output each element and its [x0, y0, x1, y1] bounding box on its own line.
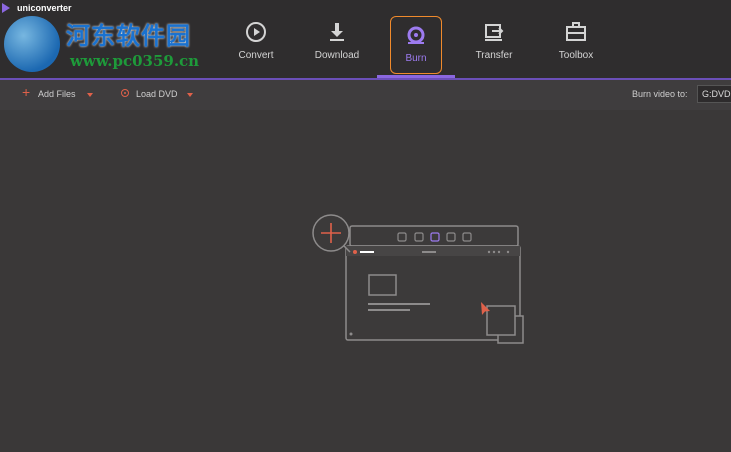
load-dvd-dropdown-icon[interactable] [187, 93, 193, 97]
tab-burn[interactable]: Burn [390, 16, 442, 74]
toolbox-icon [566, 22, 586, 41]
burn-icon [407, 26, 425, 44]
empty-state-illustration[interactable] [310, 212, 530, 352]
tab-convert[interactable]: Convert [220, 14, 292, 74]
illustration-file-front [486, 305, 516, 336]
illustration-red-dot [353, 250, 357, 254]
illustration-progress-line [422, 251, 436, 253]
load-dvd-button[interactable]: Load DVD [121, 89, 178, 99]
add-files-label: Add Files [38, 89, 76, 99]
tab-transfer-label: Transfer [475, 50, 513, 61]
illustration-dot [487, 250, 491, 254]
tab-download-label: Download [314, 50, 360, 61]
watermark-logo-icon [4, 16, 60, 72]
add-files-dropdown-icon[interactable] [87, 93, 93, 97]
tab-burn-label: Burn [405, 53, 427, 64]
convert-icon [246, 22, 266, 42]
watermark-url: www.pc0359.cn [70, 52, 200, 70]
tab-toolbox[interactable]: Toolbox [540, 14, 612, 74]
tab-toolbox-label: Toolbox [558, 50, 594, 61]
transfer-icon [485, 24, 504, 41]
watermark: 河东软件园 www.pc0359.cn [4, 14, 214, 74]
title-bar: uniconverter 河东软件园 www.pc0359.cn Convert… [0, 0, 731, 78]
app-logo-icon [2, 3, 10, 13]
tab-download[interactable]: Download [301, 14, 373, 74]
tab-convert-label: Convert [238, 50, 274, 61]
illustration-title-line [360, 251, 374, 253]
illustration-dot [506, 250, 510, 254]
illustration-dot [349, 332, 353, 336]
burn-to-select[interactable]: G:DVD+ [697, 85, 731, 103]
toolbar: + Add Files Load DVD Burn video to: G:DV… [0, 80, 731, 110]
app-title: uniconverter [17, 3, 72, 13]
load-dvd-label: Load DVD [136, 89, 178, 99]
illustration-back-window [349, 225, 519, 247]
illustration-text-line [368, 303, 430, 305]
add-files-button[interactable]: + Add Files [22, 84, 76, 100]
tab-transfer[interactable]: Transfer [458, 14, 530, 74]
illustration-dot [492, 250, 496, 254]
disc-icon [121, 89, 129, 97]
watermark-text: 河东软件园 [66, 21, 191, 50]
plus-icon: + [22, 84, 31, 100]
burn-to-label: Burn video to: [632, 89, 688, 99]
download-icon [330, 23, 344, 41]
illustration-text-line [368, 309, 410, 311]
illustration-dot [497, 250, 501, 254]
